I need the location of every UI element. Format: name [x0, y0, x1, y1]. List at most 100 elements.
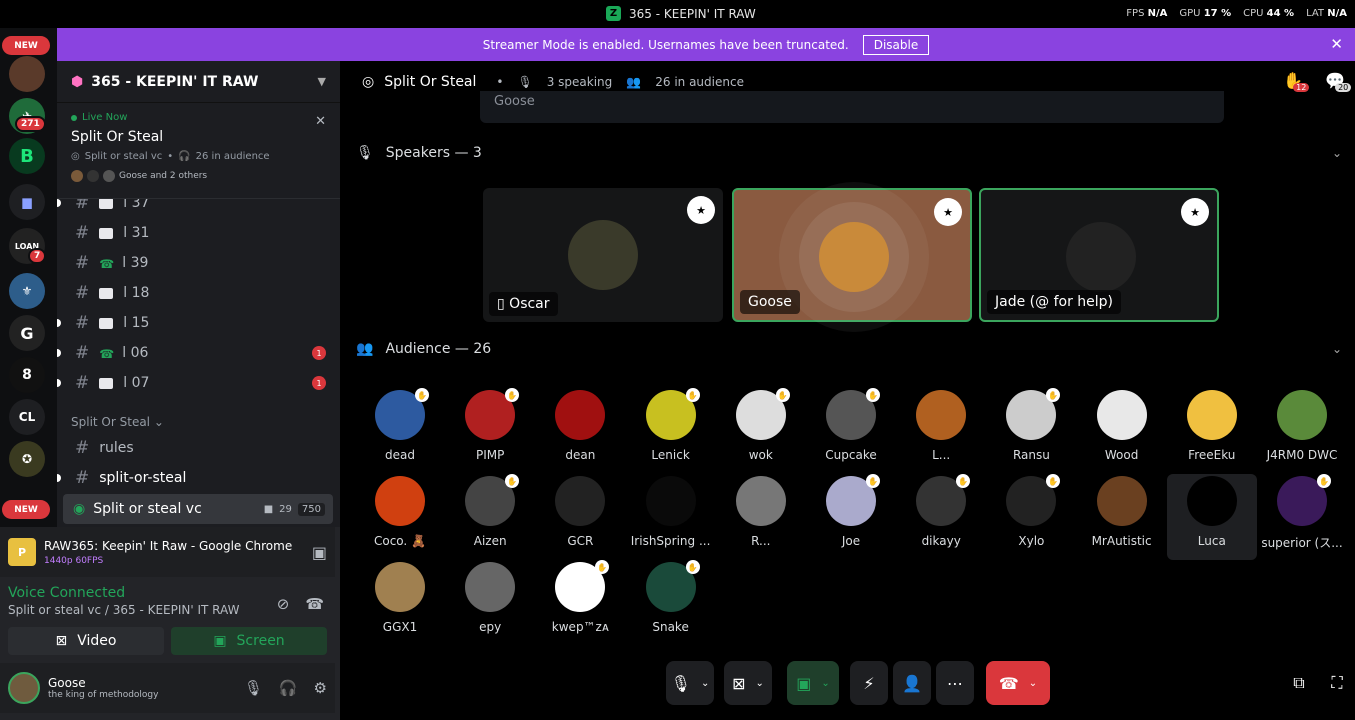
server-icon-crest[interactable]: ⚜ — [9, 273, 45, 309]
new-badge: NEW — [2, 500, 50, 519]
screen-share-button[interactable]: ▣ ⌄ — [787, 661, 839, 705]
mail-icon — [99, 227, 114, 239]
audience-member[interactable]: ✋ dikayy — [896, 474, 986, 560]
audience-member[interactable]: L... — [896, 388, 986, 474]
audience-member[interactable]: Coco. 🧸 — [355, 474, 445, 560]
audience-member[interactable]: IrishSpring ... — [626, 474, 716, 560]
disable-button[interactable]: Disable — [862, 34, 930, 55]
speaker-tile[interactable]: ★ ▯ Oscar — [483, 188, 723, 322]
people-icon: 👤 — [902, 673, 922, 693]
video-button[interactable]: ⊠ Video — [8, 627, 164, 655]
audience-member[interactable]: ✋ Aizen — [445, 474, 535, 560]
speaker-name: ▯ Oscar — [489, 292, 558, 316]
audience-member[interactable]: ✋ Cupcake — [806, 388, 896, 474]
fullscreen-button[interactable]: ⛶ — [1322, 661, 1352, 705]
channel-item[interactable]: # l 31 — [57, 218, 340, 248]
channel-item[interactable]: # rules — [57, 433, 340, 463]
audience-member[interactable]: ✋ superior (ス... — [1257, 474, 1347, 560]
close-icon[interactable]: ✕ — [1330, 35, 1343, 53]
gear-icon[interactable]: ⚙ — [314, 679, 327, 697]
voice-channel-active[interactable]: ◉ Split or steal vc ■ 29 750 — [63, 494, 333, 524]
perf-overlay: FPS N/A GPU 17 % CPU 44 % LAT N/A — [1126, 8, 1347, 19]
raised-hand-icon: ✋ — [1046, 388, 1061, 402]
audience-member[interactable]: ✋ wok — [716, 388, 806, 474]
headphones-icon[interactable]: 🎧 — [279, 679, 298, 697]
channel-item[interactable]: # split-or-steal — [57, 463, 340, 493]
speaker-tile[interactable]: ★ Goose — [732, 188, 972, 322]
avatar: ✋ — [735, 388, 790, 440]
audience-member[interactable]: MrAutistic — [1077, 474, 1167, 560]
avatar — [1096, 476, 1147, 526]
audience-member[interactable]: epy — [445, 560, 535, 646]
server-icon-avatar[interactable] — [9, 56, 45, 92]
live-now-card[interactable]: Live Now Split Or Steal ◎ Split or steal … — [57, 104, 340, 199]
folder-icon[interactable]: ▆ — [9, 184, 45, 220]
move-to-audience-button[interactable]: 👤 — [893, 661, 931, 705]
channel-item[interactable]: # l 07 1 — [57, 368, 340, 398]
audience-member[interactable]: R... — [716, 474, 806, 560]
category-header[interactable]: Split Or Steal ⌄ — [71, 415, 164, 429]
audience-member[interactable]: Luca — [1166, 474, 1257, 560]
channel-item[interactable]: # l 18 — [57, 278, 340, 308]
audience-member[interactable]: ✋ Snake — [626, 560, 716, 646]
chevron-down-icon: ⌄ — [755, 677, 764, 689]
audience-member[interactable]: dean — [535, 388, 625, 474]
server-icon-g[interactable]: G — [9, 315, 45, 351]
audience-member[interactable]: ✋ Ransu — [986, 388, 1076, 474]
channel-item[interactable]: # l 15 — [57, 308, 340, 338]
audience-name: superior (ス... — [1261, 536, 1343, 550]
popout-button[interactable]: ⧉ — [1284, 661, 1314, 705]
more-button[interactable]: ⋯ — [936, 661, 974, 705]
hash-icon: # — [75, 343, 90, 363]
raised-hand-icon: ✋ — [505, 388, 520, 402]
server-badge: 271 — [15, 116, 46, 132]
channel-item[interactable]: # ☎ l 06 1 — [57, 338, 340, 368]
avatar — [1066, 222, 1136, 292]
microphone-icon[interactable]: 🎙 — [244, 679, 263, 697]
noise-suppression-icon[interactable]: ⊘ — [277, 595, 290, 613]
audience-member[interactable]: GGX1 — [355, 560, 445, 646]
audience-member[interactable]: ✋ PIMP — [445, 388, 535, 474]
speakers-section-header[interactable]: 🎙 Speakers — 3 ⌄ — [356, 145, 1342, 161]
audience-member[interactable]: J4RM0 DWC — [1257, 388, 1347, 474]
activity-button[interactable]: ⚡ — [850, 661, 888, 705]
avatar: ✋ — [465, 388, 520, 440]
fullscreen-icon: ⛶ — [1331, 673, 1343, 692]
avatar[interactable] — [8, 672, 40, 704]
speaker-tile[interactable]: ★ Jade (@ for help) — [979, 188, 1219, 322]
audience-member[interactable]: ✋ Xylo — [986, 474, 1076, 560]
avatar: ✋ — [645, 388, 700, 440]
close-icon[interactable]: ✕ — [315, 114, 326, 129]
rocket-icon: ⚡ — [863, 673, 875, 693]
audience-member[interactable]: FreeEku — [1167, 388, 1257, 474]
mute-button[interactable]: 🎙 ⌄ — [666, 661, 714, 705]
server-icon-8[interactable]: 8 — [9, 357, 45, 393]
disconnect-icon[interactable]: ☎ — [305, 595, 324, 613]
audience-member[interactable]: ✋ Lenick — [626, 388, 716, 474]
audience-member[interactable]: ✋ Joe — [806, 474, 896, 560]
hash-icon: # — [75, 313, 90, 333]
leave-button[interactable]: ☎ ⌄ — [986, 661, 1050, 705]
audience-name: Xylo — [1018, 534, 1045, 548]
server-icon-emblem[interactable]: ✪ — [9, 441, 45, 477]
audience-section-header[interactable]: 👥 Audience — 26 ⌄ — [356, 341, 1342, 357]
speaker-name: Jade (@ for help) — [987, 290, 1121, 314]
audience-name: dikayy — [921, 534, 961, 548]
server-icon-b[interactable]: B — [9, 138, 45, 174]
server-icon-cl[interactable]: CL — [9, 399, 45, 435]
audience-member[interactable]: Wood — [1077, 388, 1167, 474]
audience-member[interactable]: ✋ kwep™ᴢᴀ — [535, 560, 625, 646]
video-off-icon: ⊠ — [55, 633, 68, 649]
video-toggle-button[interactable]: ⊠ ⌄ — [724, 661, 772, 705]
stream-preview[interactable]: P RAW365: Keepin' It Raw - Google Chrome… — [0, 527, 335, 577]
guild-header[interactable]: ⬢ 365 - KEEPIN' IT RAW ▼ — [57, 61, 340, 103]
audience-member[interactable]: GCR — [535, 474, 625, 560]
screen-button[interactable]: ▣ Screen — [171, 627, 327, 655]
audience-member[interactable]: ✋ dead — [355, 388, 445, 474]
chat-icon[interactable]: 💬 20 — [1325, 71, 1352, 92]
moderator-icon: ★ — [1181, 198, 1209, 226]
channel-item[interactable]: # ☎ l 39 — [57, 248, 340, 278]
raised-hand-icon[interactable]: ✋ 12 — [1283, 71, 1310, 92]
stop-stream-icon[interactable]: ▣ — [312, 543, 327, 562]
avatar: ✋ — [1006, 474, 1061, 526]
